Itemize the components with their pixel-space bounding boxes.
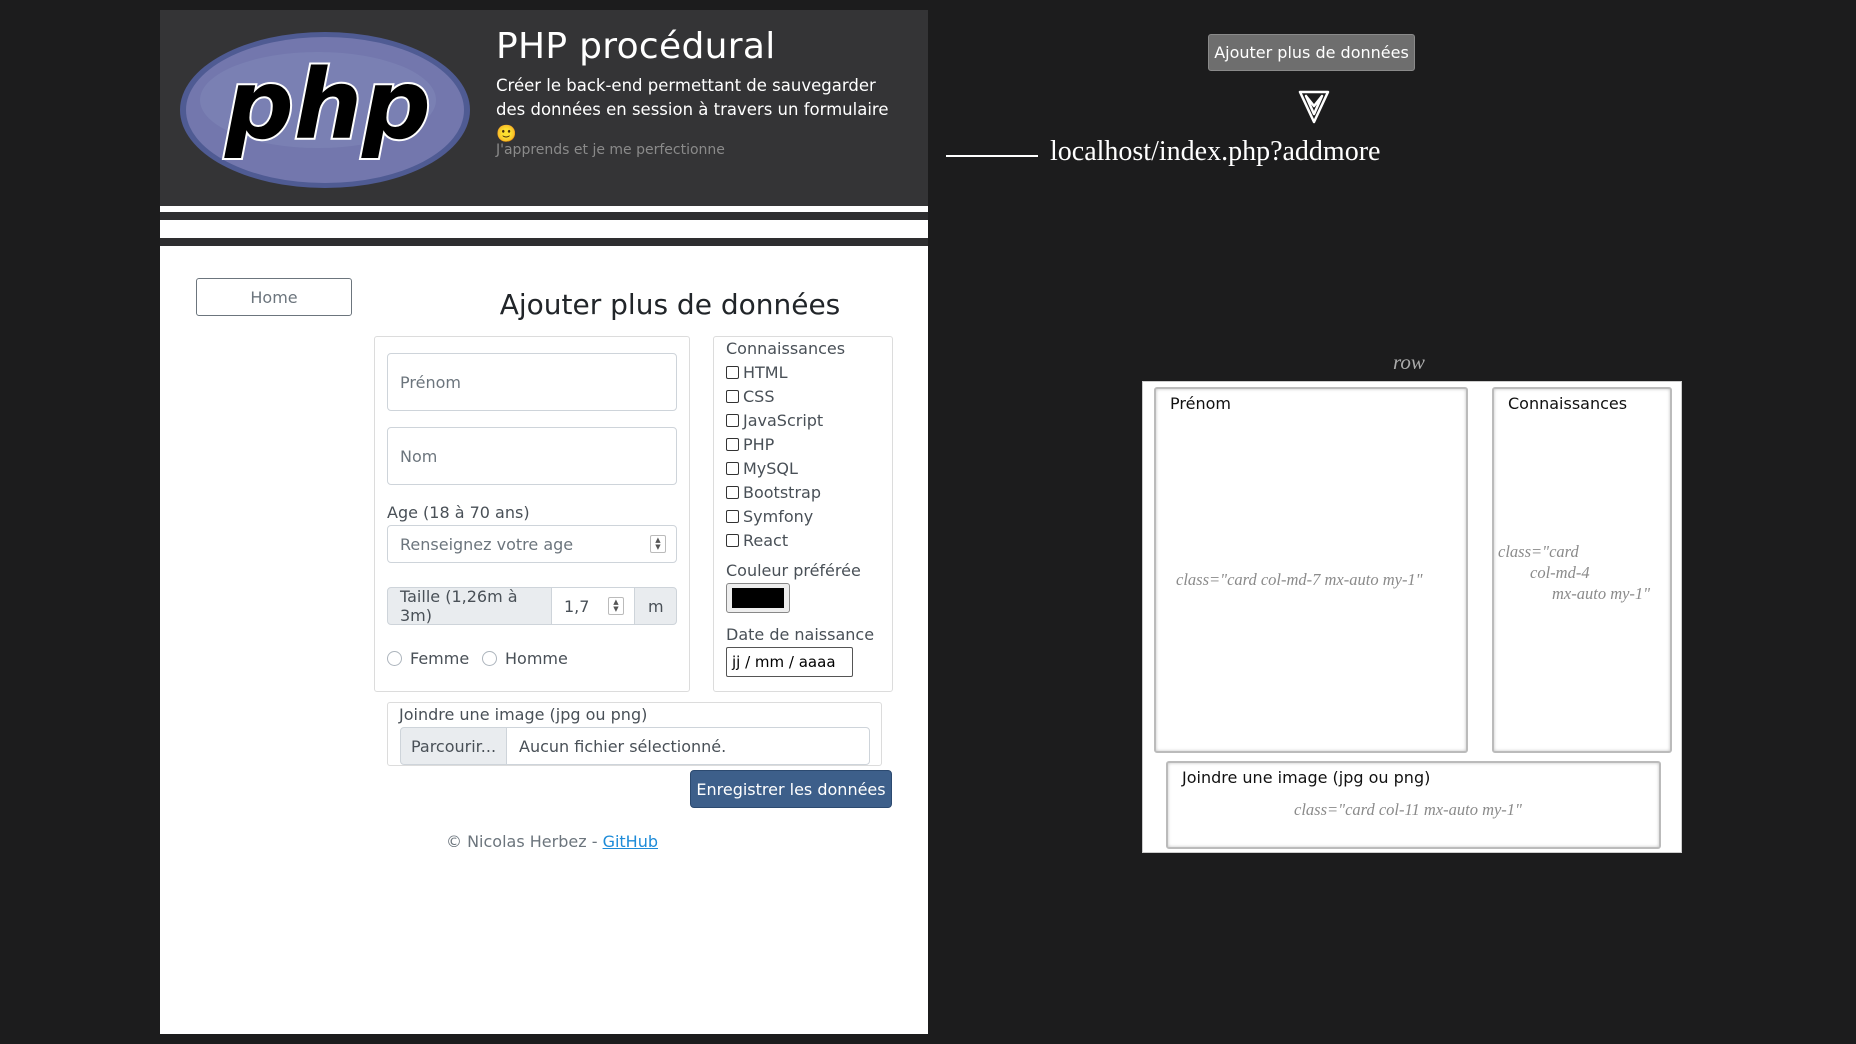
- nom-placeholder: Nom: [400, 446, 438, 466]
- taille-unit-addon: m: [634, 587, 677, 625]
- checkbox-html[interactable]: HTML: [726, 363, 788, 382]
- github-link[interactable]: GitHub: [603, 832, 658, 851]
- layout-diagram: Prénom class="card col-md-7 mx-auto my-1…: [1142, 381, 1682, 853]
- add-more-button[interactable]: Ajouter plus de données: [1208, 34, 1415, 71]
- cursor-arrow-icon: [1298, 90, 1330, 124]
- taille-input[interactable]: 1,7 ▲ ▼: [551, 587, 635, 625]
- radio-homme-label: Homme: [505, 649, 568, 668]
- taille-addon: Taille (1,26m à 3m): [387, 587, 552, 625]
- hero-title: PHP procédural: [496, 26, 776, 67]
- url-pointer-line: [946, 155, 1038, 157]
- checkbox-label: Symfony: [743, 507, 814, 526]
- checkbox-label: Bootstrap: [743, 483, 821, 502]
- checkbox-bootstrap[interactable]: Bootstrap: [726, 483, 821, 502]
- spinner-icon[interactable]: ▲ ▼: [650, 535, 666, 553]
- diagram-col-md-4-box: Connaissances class="card col-md-4 mx-au…: [1492, 387, 1672, 753]
- checkbox-label: React: [743, 531, 789, 550]
- checkbox-label: HTML: [743, 363, 788, 382]
- hero-subtitle: J'apprends et je me perfectionne: [496, 142, 725, 158]
- radio-circle-icon[interactable]: [482, 651, 497, 666]
- checkbox-label: PHP: [743, 435, 775, 454]
- save-button[interactable]: Enregistrer les données: [690, 770, 892, 808]
- taille-value: 1,7: [564, 596, 590, 616]
- diagram-box2-class-line3: mx-auto my-1": [1552, 584, 1651, 603]
- age-input[interactable]: Renseignez votre age ▲ ▼: [387, 525, 677, 563]
- birth-date-input[interactable]: jj / mm / aaaa: [726, 647, 853, 677]
- identity-card: Prénom Nom Age (18 à 70 ans) Renseignez …: [374, 336, 690, 692]
- checkbox-css[interactable]: CSS: [726, 387, 774, 406]
- checkbox-php[interactable]: PHP: [726, 435, 774, 454]
- checkbox-label: JavaScript: [743, 411, 824, 430]
- diagram-col-md-7-box: Prénom class="card col-md-7 mx-auto my-1…: [1154, 387, 1468, 753]
- checkbox-label: CSS: [743, 387, 775, 406]
- separator-2: [160, 238, 928, 246]
- prenom-input[interactable]: Prénom: [387, 353, 677, 411]
- checkbox-icon[interactable]: [726, 534, 739, 547]
- hero-lead: Créer le back-end permettant de sauvegar…: [496, 76, 889, 143]
- diagram-box3-class: class="card col-11 mx-auto my-1": [1294, 800, 1522, 819]
- age-placeholder: Renseignez votre age: [400, 534, 574, 554]
- checkbox-icon[interactable]: [726, 390, 739, 403]
- knowledge-title: Connaissances: [726, 339, 846, 358]
- nom-input[interactable]: Nom: [387, 427, 677, 485]
- checkbox-icon[interactable]: [726, 438, 739, 451]
- image-label: Joindre une image (jpg ou png): [399, 705, 648, 724]
- page-title: Ajouter plus de données: [499, 288, 841, 321]
- image-card: Joindre une image (jpg ou png) Parcourir…: [387, 702, 882, 766]
- checkbox-icon[interactable]: [726, 414, 739, 427]
- radio-femme-label: Femme: [410, 649, 470, 668]
- diagram-box2-class-line2: col-md-4: [1530, 563, 1590, 582]
- browse-button[interactable]: Parcourir...: [400, 727, 507, 765]
- separator-1: [160, 212, 928, 220]
- php-logo-icon: php: [180, 32, 470, 188]
- checkbox-icon[interactable]: [726, 510, 739, 523]
- checkbox-label: MySQL: [743, 459, 798, 478]
- radio-femme[interactable]: Femme: [387, 649, 469, 668]
- jumbotron-header: php PHP procédural Créer le back-end per…: [160, 10, 928, 206]
- checkbox-javascript[interactable]: JavaScript: [726, 411, 823, 430]
- birth-label: Date de naissance: [726, 625, 875, 644]
- php-logo-text: php: [224, 49, 431, 161]
- url-annotation: localhost/index.php?addmore: [1050, 136, 1381, 167]
- diagram-col-11-box: Joindre une image (jpg ou png) class="ca…: [1166, 761, 1661, 849]
- app-window: php PHP procédural Créer le back-end per…: [160, 10, 928, 1034]
- radio-homme[interactable]: Homme: [482, 649, 568, 668]
- diagram-box1-class: class="card col-md-7 mx-auto my-1": [1176, 570, 1423, 589]
- no-file-label: Aucun fichier sélectionné.: [519, 736, 727, 756]
- checkbox-mysql[interactable]: MySQL: [726, 459, 798, 478]
- footer-copyright: © Nicolas Herbez -: [446, 832, 603, 851]
- checkbox-icon[interactable]: [726, 366, 739, 379]
- radio-circle-icon[interactable]: [387, 651, 402, 666]
- checkbox-react[interactable]: React: [726, 531, 788, 550]
- diagram-box2-title: Connaissances: [1508, 394, 1628, 413]
- color-label: Couleur préférée: [726, 561, 861, 580]
- checkbox-icon[interactable]: [726, 486, 739, 499]
- diagram-box1-title: Prénom: [1170, 394, 1231, 413]
- age-label: Age (18 à 70 ans): [387, 503, 530, 522]
- diagram-box3-title: Joindre une image (jpg ou png): [1182, 768, 1431, 787]
- spinner-icon[interactable]: ▲ ▼: [608, 597, 624, 615]
- file-input[interactable]: Aucun fichier sélectionné.: [506, 727, 870, 765]
- knowledge-card: Connaissances HTML CSS JavaScript PHP My…: [713, 336, 893, 692]
- checkbox-icon[interactable]: [726, 462, 739, 475]
- prenom-placeholder: Prénom: [400, 372, 461, 392]
- color-swatch: [732, 588, 784, 608]
- home-button[interactable]: Home: [196, 278, 352, 316]
- color-picker[interactable]: [726, 583, 790, 613]
- checkbox-symfony[interactable]: Symfony: [726, 507, 813, 526]
- row-label: row: [1393, 350, 1425, 374]
- diagram-box2-class-line1: class="card: [1498, 542, 1579, 561]
- footer: © Nicolas Herbez - GitHub: [446, 832, 658, 851]
